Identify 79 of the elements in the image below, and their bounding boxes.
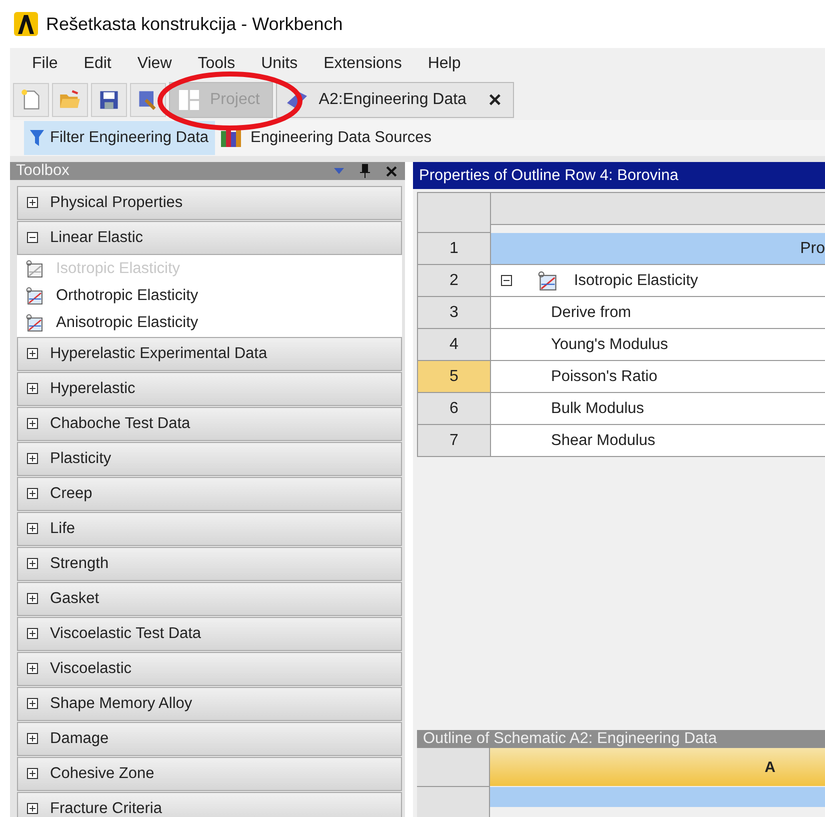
expand-icon[interactable] — [27, 348, 38, 360]
expand-icon[interactable] — [27, 453, 38, 464]
row-number-cell[interactable]: 7 — [418, 425, 491, 457]
menu-item[interactable]: Tools — [198, 55, 236, 73]
menu-item[interactable]: Help — [428, 55, 461, 73]
table-cell: Young's Modulus — [491, 329, 825, 361]
table-cell: Bulk Modulus — [491, 393, 825, 425]
panel-title: Properties of Outline Row 4: Borovina — [419, 166, 678, 184]
toolbox-category[interactable]: Gasket — [17, 582, 402, 616]
toolbox-category[interactable]: Life — [17, 512, 402, 546]
toolbox-category[interactable]: Fracture Criteria — [17, 792, 402, 817]
row-number-cell[interactable]: 3 — [418, 297, 491, 329]
toolbox-category[interactable]: Hyperelastic — [17, 372, 402, 406]
column-header: A — [490, 748, 825, 786]
menu-item[interactable]: View — [137, 55, 172, 73]
toolbox-category[interactable]: Viscoelastic Test Data — [17, 617, 402, 650]
collapse-icon[interactable] — [501, 275, 512, 286]
save-button[interactable] — [91, 83, 127, 117]
panel-title: Toolbox — [16, 162, 70, 180]
menu-item[interactable]: File — [32, 55, 58, 73]
row-number-cell[interactable]: 2 — [418, 265, 491, 297]
app-logo-icon — [14, 12, 38, 36]
window-title: Rešetkasta konstrukcija - Workbench — [46, 14, 343, 34]
expand-icon[interactable] — [27, 663, 38, 674]
row-number-cell[interactable] — [417, 787, 490, 817]
toolbox-category[interactable]: Damage — [17, 722, 402, 756]
toolbox-category[interactable]: Physical Properties — [17, 186, 402, 220]
expand-icon[interactable] — [27, 803, 38, 814]
expand-icon[interactable] — [27, 488, 38, 500]
import-button[interactable] — [130, 83, 166, 117]
toolbox-category[interactable]: Viscoelastic — [17, 652, 402, 686]
toolbox-category[interactable]: Cohesive Zone — [17, 757, 402, 790]
column-header-cell: Pro — [491, 233, 825, 265]
menu-item[interactable]: Units — [261, 55, 298, 73]
toolbox-item[interactable]: Orthotropic Elasticity — [17, 282, 402, 310]
table-cell: Poisson's Ratio — [491, 361, 825, 393]
toolbar-button[interactable]: Filter Engineering Data — [24, 121, 215, 155]
toolbox-category[interactable]: Linear Elastic — [17, 221, 402, 254]
row-number-cell[interactable]: 4 — [418, 329, 491, 361]
toolbox-category[interactable]: Chaboche Test Data — [17, 407, 402, 440]
table-cell: Isotropic Elasticity — [574, 272, 698, 290]
toolbox-category[interactable]: Shape Memory Alloy — [17, 687, 402, 720]
expand-icon[interactable] — [27, 733, 38, 744]
project-icon — [178, 89, 200, 111]
toolbox-category[interactable]: Creep — [17, 477, 402, 510]
toolbox-item[interactable]: Anisotropic Elasticity — [17, 309, 402, 337]
chart-icon — [26, 260, 44, 278]
menu-item[interactable]: Extensions — [324, 55, 402, 73]
expand-icon[interactable] — [27, 698, 38, 710]
row-number-cell[interactable]: 5 — [418, 361, 491, 393]
expand-icon[interactable] — [27, 418, 38, 430]
panel-title: Outline of Schematic A2: Engineering Data — [423, 730, 717, 748]
menu-item[interactable]: Edit — [84, 55, 112, 73]
toolbox-category[interactable]: Strength — [17, 547, 402, 580]
expand-icon[interactable] — [27, 558, 38, 570]
chart-icon — [26, 287, 44, 305]
expand-icon[interactable] — [27, 383, 38, 394]
filter-icon — [30, 130, 44, 146]
expand-icon[interactable] — [27, 593, 38, 604]
row-number-cell[interactable]: 6 — [418, 393, 491, 425]
new-file-button[interactable] — [13, 83, 49, 117]
close-icon[interactable]: × — [488, 87, 502, 113]
expand-icon[interactable] — [27, 523, 38, 534]
expand-icon[interactable] — [27, 768, 38, 780]
collapse-icon[interactable] — [27, 232, 38, 244]
chart-icon — [538, 270, 558, 290]
chart-icon — [26, 314, 44, 332]
table-cell: Shear Modulus — [491, 425, 825, 457]
toolbox-category[interactable]: Hyperelastic Experimental Data — [17, 337, 402, 370]
toolbar-button[interactable]: Engineering Data Sources — [214, 121, 438, 155]
close-icon[interactable] — [386, 166, 397, 176]
expand-icon[interactable] — [27, 197, 38, 208]
pin-icon[interactable] — [360, 164, 370, 178]
expand-icon[interactable] — [27, 628, 38, 640]
toolbox-category[interactable]: Plasticity — [17, 442, 402, 476]
table-cell: Derive from — [491, 297, 825, 329]
row-number-cell[interactable]: 1 — [418, 233, 491, 265]
tab[interactable]: A2:Engineering Data × — [276, 82, 514, 118]
new-file-icon — [20, 89, 42, 111]
